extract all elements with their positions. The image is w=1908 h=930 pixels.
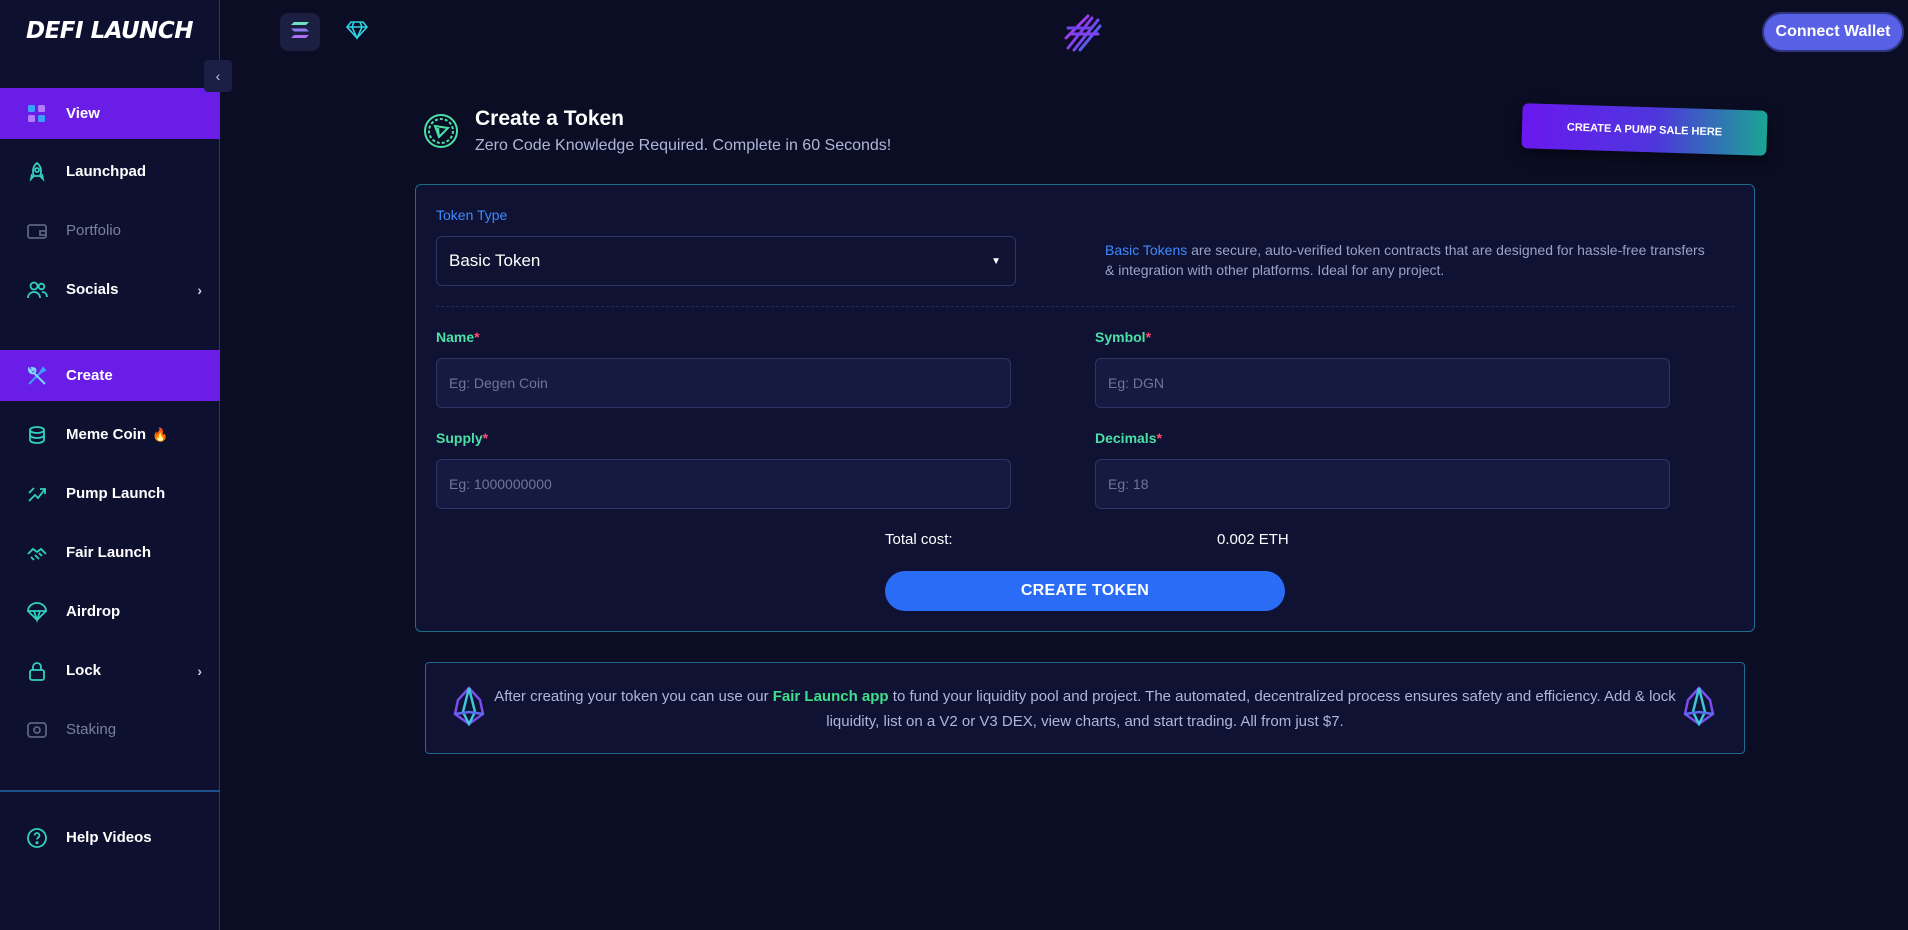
sidebar-item-staking[interactable]: Staking bbox=[0, 704, 220, 755]
token-type-description: Basic Tokens are secure, auto-verified t… bbox=[1105, 240, 1715, 280]
coins-icon bbox=[26, 424, 48, 446]
sidebar-item-lock[interactable]: Lock › bbox=[0, 645, 220, 696]
token-type-select[interactable]: Basic Token ▼ bbox=[436, 236, 1016, 286]
page-title: Create a Token bbox=[475, 107, 624, 130]
sidebar-item-help-videos[interactable]: Help Videos bbox=[0, 812, 220, 863]
sidebar-item-create[interactable]: Create bbox=[0, 350, 220, 401]
token-type-label: Token Type bbox=[436, 207, 508, 223]
basic-tokens-link[interactable]: Basic Tokens bbox=[1105, 242, 1187, 258]
total-cost-value: 0.002 ETH bbox=[1217, 531, 1289, 548]
decimals-input[interactable] bbox=[1095, 459, 1670, 509]
sidebar-item-fair-launch[interactable]: Fair Launch bbox=[0, 527, 220, 578]
eos-icon bbox=[1682, 686, 1716, 731]
fair-icon bbox=[26, 542, 48, 564]
sidebar-item-label: View bbox=[66, 105, 100, 122]
sidebar-item-label: Launchpad bbox=[66, 163, 147, 180]
users-icon bbox=[26, 279, 48, 301]
tools-icon bbox=[26, 365, 48, 387]
rocket-icon bbox=[26, 161, 48, 183]
chevron-left-icon: ‹ bbox=[215, 68, 221, 84]
symbol-input[interactable] bbox=[1095, 358, 1670, 408]
name-input[interactable] bbox=[436, 358, 1011, 408]
sidebar-item-label: Fair Launch bbox=[66, 544, 152, 561]
eos-icon bbox=[452, 686, 486, 731]
decimals-label: Decimals* bbox=[1095, 430, 1162, 446]
brand-mark-icon[interactable] bbox=[1062, 10, 1106, 59]
parachute-icon bbox=[26, 601, 48, 623]
sidebar-item-view[interactable]: View bbox=[0, 88, 220, 139]
sidebar: DEFI LAUNCH View Launchpad Portfolio Soc… bbox=[0, 0, 220, 930]
page-subtitle: Zero Code Knowledge Required. Complete i… bbox=[475, 137, 892, 154]
solana-icon bbox=[290, 21, 310, 44]
collapse-sidebar-button[interactable]: ‹ bbox=[204, 60, 232, 92]
sidebar-item-pump-launch[interactable]: Pump Launch bbox=[0, 468, 220, 519]
diamond-button[interactable] bbox=[337, 13, 377, 51]
pump-icon bbox=[26, 483, 48, 505]
chevron-right-icon: › bbox=[197, 281, 202, 298]
caret-down-icon: ▼ bbox=[991, 255, 1001, 267]
create-pump-sale-button[interactable]: CREATE A PUMP SALE HERE bbox=[1521, 103, 1768, 156]
lock-icon bbox=[26, 660, 48, 682]
sidebar-item-label: Create bbox=[66, 367, 113, 384]
diamond-icon bbox=[345, 20, 369, 45]
help-icon bbox=[26, 827, 48, 849]
sidebar-item-launchpad[interactable]: Launchpad bbox=[0, 146, 220, 197]
divider bbox=[436, 306, 1734, 307]
sidebar-item-label: Help Videos bbox=[66, 829, 152, 846]
chevron-right-icon: › bbox=[197, 662, 202, 679]
sidebar-divider bbox=[0, 790, 220, 792]
grid-icon bbox=[26, 103, 48, 125]
solana-network-button[interactable] bbox=[280, 13, 320, 51]
token-type-description-text: are secure, auto-verified token contract… bbox=[1105, 242, 1705, 278]
sidebar-item-airdrop[interactable]: Airdrop bbox=[0, 586, 220, 637]
sidebar-item-label: Socials bbox=[66, 281, 119, 298]
total-cost-label: Total cost: bbox=[885, 531, 953, 548]
sidebar-item-label: Portfolio bbox=[66, 222, 122, 239]
connect-wallet-button[interactable]: Connect Wallet bbox=[1762, 12, 1904, 52]
supply-label: Supply* bbox=[436, 430, 489, 446]
fair-launch-note-text: After creating your token you can use ou… bbox=[494, 688, 1676, 730]
symbol-label: Symbol* bbox=[1095, 329, 1152, 345]
supply-input[interactable] bbox=[436, 459, 1011, 509]
fair-launch-app-link[interactable]: Fair Launch app bbox=[773, 688, 889, 705]
name-label: Name* bbox=[436, 329, 480, 345]
token-icon bbox=[422, 112, 460, 155]
staking-icon bbox=[26, 719, 48, 741]
create-token-button[interactable]: CREATE TOKEN bbox=[885, 571, 1285, 611]
sidebar-item-socials[interactable]: Socials › bbox=[0, 264, 220, 315]
sidebar-item-label: Pump Launch bbox=[66, 485, 166, 502]
sidebar-item-label: Staking bbox=[66, 721, 117, 738]
sidebar-item-label: Airdrop bbox=[66, 603, 121, 620]
token-type-value: Basic Token bbox=[449, 251, 541, 270]
wallet-icon bbox=[26, 220, 48, 242]
sidebar-item-label: Lock bbox=[66, 662, 102, 679]
sidebar-item-label: Meme Coin bbox=[66, 426, 147, 443]
sidebar-item-meme-coin[interactable]: Meme Coin 🔥 bbox=[0, 409, 220, 460]
app-logo[interactable]: DEFI LAUNCH bbox=[26, 18, 194, 44]
sidebar-item-portfolio[interactable]: Portfolio bbox=[0, 205, 220, 256]
fire-icon: 🔥 bbox=[152, 426, 169, 442]
